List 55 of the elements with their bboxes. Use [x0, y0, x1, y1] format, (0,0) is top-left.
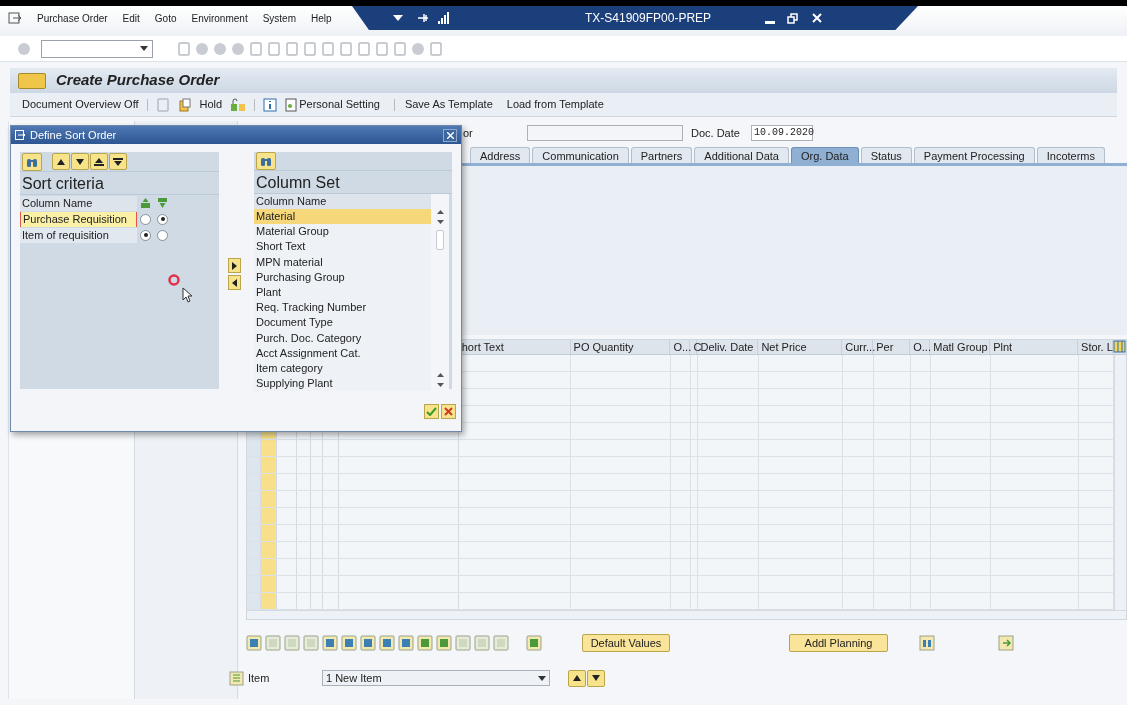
item-value: 1 New Item: [326, 670, 382, 686]
doc-date-field[interactable]: 10.09.2020: [751, 125, 813, 141]
column-option[interactable]: Plant: [254, 284, 431, 301]
field-label: or: [463, 125, 474, 141]
addl-planning-button[interactable]: Addl Planning: [789, 634, 888, 652]
tab[interactable]: Partners: [630, 147, 693, 163]
column-option[interactable]: Purch. Doc. Category: [254, 330, 431, 346]
sort-criterion[interactable]: Item of requisition: [20, 227, 137, 243]
column-header[interactable]: Net Price: [758, 340, 843, 354]
column-option[interactable]: Req. Tracking Number: [254, 300, 431, 316]
dialog-title: Define Sort Order: [30, 127, 117, 143]
column-option[interactable]: Short Text: [254, 239, 431, 255]
menu-item[interactable]: System: [262, 10, 296, 26]
column-option[interactable]: Material: [254, 209, 431, 225]
column-option[interactable]: Supplying Plant: [254, 376, 431, 392]
default-values-button[interactable]: Default Values: [582, 634, 670, 652]
tab[interactable]: Incoterms: [1036, 147, 1106, 163]
tab[interactable]: Communication: [532, 147, 629, 163]
column-header[interactable]: PO Quantity: [570, 340, 671, 354]
system-title: TX-S41909FP00-PREP: [585, 10, 712, 27]
menu-item[interactable]: Environment: [191, 10, 248, 26]
tab[interactable]: Status: [860, 147, 912, 163]
screen-title: Create Purchase Order: [56, 70, 220, 91]
panel-heading: Sort criteria: [20, 172, 219, 195]
field-label: Item: [248, 670, 271, 686]
tab[interactable]: Address: [470, 147, 531, 163]
column-option[interactable]: MPN material: [254, 254, 431, 270]
column-option[interactable]: Item category: [254, 360, 431, 377]
column-option[interactable]: Acct Assignment Cat.: [254, 345, 431, 361]
column-option[interactable]: Document Type: [254, 315, 431, 331]
tab[interactable]: Additional Data: [694, 147, 789, 163]
toolbar-button[interactable]: Hold: [199, 96, 223, 113]
sort-criterion[interactable]: Purchase Requisition: [20, 211, 137, 227]
menu-item[interactable]: Edit: [122, 10, 140, 26]
toolbar-button[interactable]: Load from Template: [506, 96, 604, 113]
column-option[interactable]: Purchasing Group: [254, 269, 431, 285]
toolbar-button[interactable]: Save As Template: [404, 96, 493, 113]
column-option[interactable]: Material Group: [254, 224, 431, 240]
column-header[interactable]: O...: [910, 340, 931, 354]
column-header[interactable]: Curr...: [842, 340, 874, 354]
column-header: Column Name: [254, 194, 431, 209]
item-dropdown[interactable]: 1 New Item: [322, 670, 550, 686]
tab[interactable]: Payment Processing: [913, 147, 1035, 163]
personal-setting-button[interactable]: Personal Setting: [285, 96, 380, 113]
menu-item[interactable]: Goto: [154, 10, 177, 26]
column-header[interactable]: O...: [670, 340, 691, 354]
menu-item[interactable]: Help: [311, 10, 332, 26]
tab[interactable]: Org. Data: [790, 147, 859, 163]
column-header[interactable]: Matl Group: [930, 340, 991, 354]
menu-item[interactable]: Purchase Order: [37, 10, 108, 26]
column-header[interactable]: Per: [873, 340, 911, 354]
field-label: Doc. Date: [691, 125, 741, 141]
toolbar-button[interactable]: Document Overview Off: [22, 96, 139, 113]
column-header: Column Name: [20, 196, 137, 211]
column-header[interactable]: Plnt: [990, 340, 1079, 354]
